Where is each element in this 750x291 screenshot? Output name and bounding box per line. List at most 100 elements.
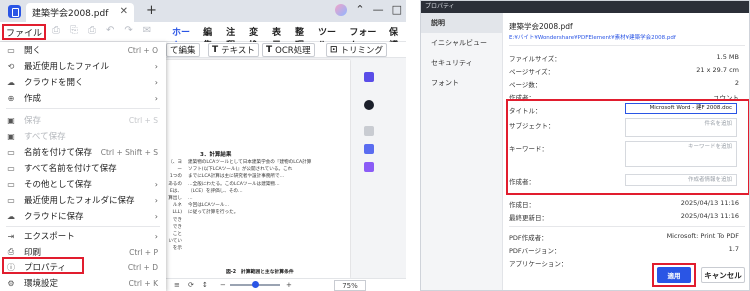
new-tab-icon[interactable]: +	[146, 3, 157, 18]
chevron-right-icon: ›	[154, 195, 158, 205]
undo-icon[interactable]: ↶	[106, 25, 114, 36]
check-icon[interactable]	[364, 162, 374, 172]
menu-divider	[6, 226, 160, 227]
expand-icon[interactable]: ⌃	[355, 3, 364, 16]
add-text-label: テキスト	[221, 46, 255, 56]
crop-icon: ⊡	[330, 45, 338, 55]
properties-dialog: プロパティ 説明 イニシャルビュー セキュリティ フォント 建築学会2008.p…	[420, 0, 750, 291]
chevron-right-icon: ›	[154, 231, 158, 241]
ocr-label: OCR処理	[275, 46, 311, 56]
redo-icon[interactable]: ↷	[124, 25, 132, 36]
copy-icon[interactable]: ⎘	[70, 25, 78, 36]
left-column-text: 〔、ヨー 1つの あるの Eは、 算出し ルネ LLL) でき でき こと いてい を示	[168, 160, 182, 252]
cloud-icon: ☁	[7, 211, 15, 221]
pdf-app-window: 建築学会2008.pdf ✕ + ⌃ — □ ファイル ⎙ ⎘ ⎙ ↶ ↷ ✉	[0, 0, 406, 291]
mail-icon[interactable]: ✉	[143, 25, 151, 36]
right-tool-sidebar	[351, 58, 406, 278]
properties-highlight	[2, 257, 84, 274]
menu-item-save-all[interactable]: ▣ すべて保存	[0, 128, 166, 144]
zoom-in-icon[interactable]: +	[286, 281, 292, 289]
file-name: 建築学会2008.pdf	[509, 22, 573, 31]
document-page[interactable]: 3．計算結果 〔、ヨー 1つの あるの Eは、 算出し ルネ LLL) でき でき こと …	[166, 60, 350, 278]
pages-row: ページ数： 2	[509, 79, 739, 89]
file-path[interactable]: E:¥バイト¥Wondershare¥PDFElement¥素材¥建築学会200…	[509, 33, 676, 41]
zoom-slider[interactable]	[230, 281, 280, 288]
version-row: PDFバージョン： 1.7	[509, 245, 739, 255]
window-controls: ⌃ — □	[335, 3, 402, 16]
scroll-icon[interactable]: ↕	[202, 281, 208, 289]
dialog-body: 建築学会2008.pdf E:¥バイト¥Wondershare¥PDFEleme…	[503, 13, 749, 290]
menu-item-export[interactable]: ⇥ エクスポート ›	[0, 228, 166, 244]
save-all-icon: ▣	[7, 131, 15, 141]
ocr-button[interactable]: T OCR処理	[262, 43, 315, 57]
nav-description[interactable]: 説明	[421, 13, 503, 33]
menu-item-save-all-as[interactable]: ▭ すべて名前を付けて保存	[0, 160, 166, 176]
modified-row: 最終更新日： 2025/04/13 11:16	[509, 212, 739, 222]
save-icon[interactable]: ⎙	[52, 25, 60, 36]
quick-access-toolbar: ⎙ ⎘ ⎙ ↶ ↷ ✉	[52, 25, 151, 36]
section-title: 3．計算結果	[200, 152, 232, 158]
divider	[509, 45, 745, 46]
text-icon: T	[212, 45, 219, 55]
page-size-row: ページサイズ： 21 x 29.7 cm	[509, 66, 739, 76]
menu-item-recent-files[interactable]: ⟲ 最近使用したファイル ›	[0, 58, 166, 74]
folder-icon: ▭	[7, 195, 15, 205]
close-tab-icon[interactable]: ✕	[120, 6, 128, 17]
save-icon: ▣	[7, 115, 15, 125]
open-icon: ▭	[7, 45, 15, 55]
menu-item-save-as-other[interactable]: ▭ その他として保存 ›	[0, 176, 166, 192]
file-menu-dropdown: ▭ 開く Ctrl + O ⟲ 最近使用したファイル › ☁ クラウドを開く ›…	[0, 42, 166, 291]
zoom-out-icon[interactable]: −	[220, 281, 226, 289]
gear-icon: ⚙	[7, 278, 15, 288]
nav-initial-view[interactable]: イニシャルビュー	[421, 33, 503, 53]
body-paragraph: 建築物のLCAツールとして日本建築学会の『建物のLCA計算 ソフト(以下LCAツー…	[188, 160, 312, 216]
menu-divider	[6, 108, 160, 109]
cloud-icon: ☁	[7, 77, 15, 87]
file-size-row: ファイルサイズ： 1.5 MB	[509, 53, 739, 63]
chevron-right-icon: ›	[154, 211, 158, 221]
add-text-button[interactable]: T テキスト	[208, 43, 259, 57]
menu-item-preferences[interactable]: ⚙ 環境設定 Ctrl + K	[0, 275, 166, 291]
save-other-icon: ▭	[7, 179, 15, 189]
fit-page-icon[interactable]: ≡	[174, 281, 180, 289]
menu-item-save-cloud[interactable]: ☁ クラウドに保存 ›	[0, 208, 166, 224]
minimize-icon[interactable]: —	[373, 3, 384, 16]
chat-icon[interactable]	[364, 100, 374, 110]
chevron-right-icon: ›	[154, 61, 158, 71]
app-logo-icon	[8, 5, 21, 18]
menu-item-save[interactable]: ▣ 保存 Ctrl + S	[0, 112, 166, 128]
divider	[509, 226, 745, 227]
nav-fonts[interactable]: フォント	[421, 73, 503, 93]
menu-bar: ファイル ⎙ ⎘ ⎙ ↶ ↷ ✉ ホーム 編集 注釈 変換 表示 整理 ツール …	[0, 22, 406, 53]
translate-icon[interactable]	[364, 144, 374, 154]
create-icon: ⊕	[7, 93, 15, 103]
document-tab-title: 建築学会2008.pdf	[32, 9, 109, 19]
producer-row: PDF作成者： Microsoft: Print To PDF	[509, 232, 739, 242]
dialog-nav: 説明 イニシャルビュー セキュリティ フォント	[421, 13, 503, 290]
apply-button[interactable]: 適用	[657, 267, 691, 283]
figure-caption: 図-2 計算範囲と主な計算条件	[226, 270, 294, 275]
avatar[interactable]	[335, 3, 348, 16]
file-menu-button[interactable]: ファイル	[2, 24, 46, 40]
menu-item-create[interactable]: ⊕ 作成 ›	[0, 90, 166, 106]
crop-button[interactable]: ⊡ トリミング	[326, 43, 388, 57]
print-icon[interactable]: ⎙	[88, 25, 96, 36]
title-bar: 建築学会2008.pdf ✕ + ⌃ — □	[0, 0, 406, 22]
rotate-icon[interactable]: ⟳	[188, 281, 194, 289]
editable-fields-highlight	[506, 99, 749, 195]
chevron-right-icon: ›	[154, 179, 158, 189]
zoom-level[interactable]: 75%	[334, 280, 366, 291]
export-icon: ⇥	[7, 231, 15, 241]
cancel-button[interactable]: キャンセル	[701, 267, 745, 283]
bookmark-icon[interactable]	[364, 126, 374, 136]
document-tab[interactable]: 建築学会2008.pdf ✕	[26, 3, 134, 22]
menu-item-save-recent-folder[interactable]: ▭ 最近使用したフォルダに保存 ›	[0, 192, 166, 208]
nav-security[interactable]: セキュリティ	[421, 53, 503, 73]
maximize-icon[interactable]: □	[392, 3, 402, 16]
menu-item-open-cloud[interactable]: ☁ クラウドを開く ›	[0, 74, 166, 90]
menu-item-open[interactable]: ▭ 開く Ctrl + O	[0, 42, 166, 58]
ai-assistant-icon[interactable]	[364, 72, 374, 82]
menu-item-save-as[interactable]: ▭ 名前を付けて保存 Ctrl + Shift + S	[0, 144, 166, 160]
edit-all-button[interactable]: て編集	[166, 43, 200, 57]
save-all-as-icon: ▭	[7, 163, 15, 173]
